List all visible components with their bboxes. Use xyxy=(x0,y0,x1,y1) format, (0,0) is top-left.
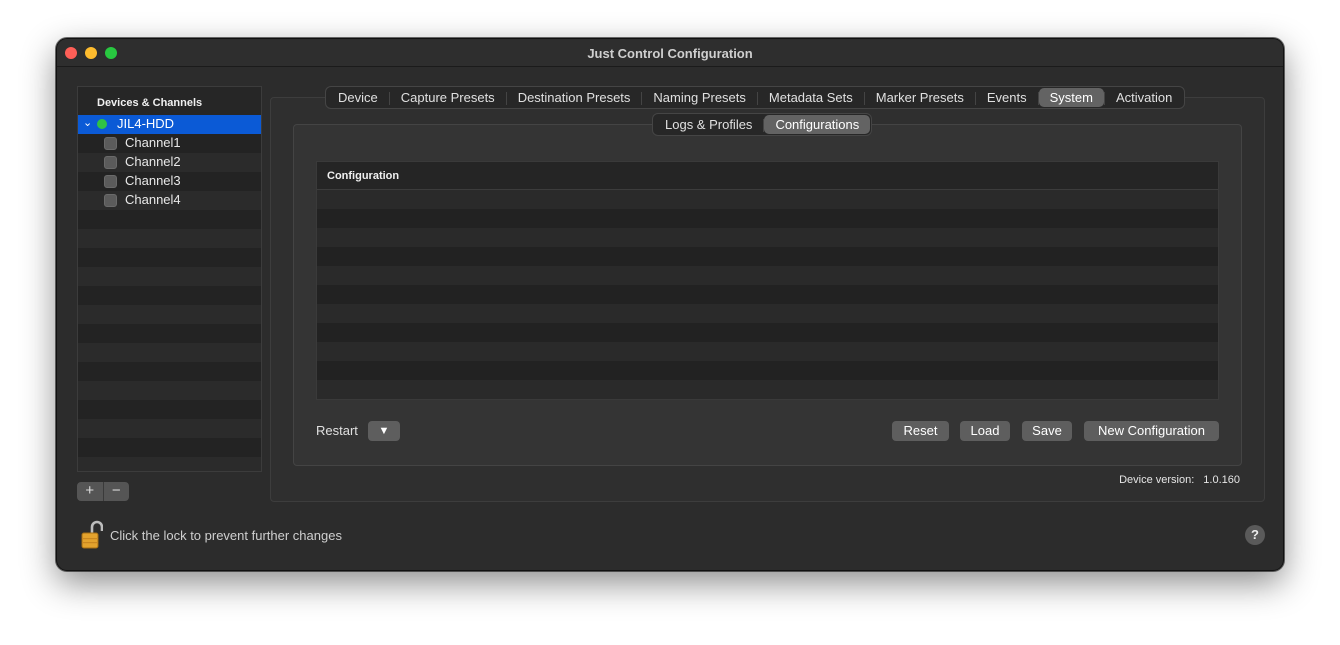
channel-label: Channel1 xyxy=(125,135,181,150)
channel-checkbox[interactable] xyxy=(104,194,117,207)
devices-channels-sidebar: Devices & Channels ⌄ JIL4-HDD Channel1 C… xyxy=(77,86,262,472)
table-row xyxy=(317,266,1218,285)
sidebar-item-device[interactable]: ⌄ JIL4-HDD xyxy=(78,115,261,134)
add-device-button[interactable]: + xyxy=(77,482,103,501)
channel-checkbox[interactable] xyxy=(104,156,117,169)
table-row xyxy=(317,380,1218,399)
table-row xyxy=(317,209,1218,228)
configurations-table: Configuration xyxy=(316,161,1219,400)
empty-list-row xyxy=(78,210,261,229)
table-row xyxy=(317,285,1218,304)
lock-status-text: Click the lock to prevent further change… xyxy=(110,528,342,543)
table-header-configuration[interactable]: Configuration xyxy=(317,162,1218,190)
device-label: JIL4-HDD xyxy=(117,116,175,131)
load-button[interactable]: Load xyxy=(960,421,1010,441)
help-button[interactable]: ? xyxy=(1245,525,1265,545)
add-remove-control: + − xyxy=(77,482,129,501)
table-row xyxy=(317,228,1218,247)
channel-label: Channel4 xyxy=(125,192,181,207)
restart-label: Restart xyxy=(316,423,358,438)
empty-list-row xyxy=(78,267,261,286)
sidebar-header: Devices & Channels xyxy=(97,97,203,109)
empty-list-row xyxy=(78,343,261,362)
restart-dropdown[interactable]: ▼ xyxy=(368,421,400,441)
subtab-logs-profiles[interactable]: Logs & Profiles xyxy=(654,115,763,134)
table-row xyxy=(317,323,1218,342)
empty-list-row xyxy=(78,457,261,471)
channel-checkbox[interactable] xyxy=(104,137,117,150)
tab-system[interactable]: System xyxy=(1038,88,1104,107)
empty-list-row xyxy=(78,286,261,305)
sidebar-item-channel2[interactable]: Channel2 xyxy=(78,153,261,172)
system-subtabs: Logs & Profiles Configurations xyxy=(652,113,873,136)
window-title: Just Control Configuration xyxy=(587,46,753,61)
empty-list-row xyxy=(78,305,261,324)
channel-label: Channel3 xyxy=(125,173,181,188)
empty-list-row xyxy=(78,324,261,343)
device-version: Device version: 1.0.160 xyxy=(1119,474,1240,486)
title-bar: Just Control Configuration xyxy=(57,39,1283,67)
empty-list-row xyxy=(78,362,261,381)
subtab-configurations[interactable]: Configurations xyxy=(764,115,871,134)
tab-destination-presets[interactable]: Destination Presets xyxy=(507,88,642,107)
empty-list-row xyxy=(78,438,261,457)
table-row xyxy=(317,304,1218,323)
tab-marker-presets[interactable]: Marker Presets xyxy=(865,88,975,107)
sidebar-item-channel3[interactable]: Channel3 xyxy=(78,172,261,191)
channel-checkbox[interactable] xyxy=(104,175,117,188)
tab-naming-presets[interactable]: Naming Presets xyxy=(642,88,756,107)
channel-label: Channel2 xyxy=(125,154,181,169)
tab-metadata-sets[interactable]: Metadata Sets xyxy=(758,88,864,107)
empty-list-row xyxy=(78,229,261,248)
tab-device[interactable]: Device xyxy=(327,88,389,107)
status-dot-icon xyxy=(97,119,107,129)
sidebar-item-channel1[interactable]: Channel1 xyxy=(78,134,261,153)
empty-list-row xyxy=(78,419,261,438)
empty-list-row xyxy=(78,400,261,419)
save-button[interactable]: Save xyxy=(1022,421,1072,441)
table-row xyxy=(317,361,1218,380)
unlocked-padlock-icon[interactable] xyxy=(81,519,103,551)
new-configuration-button[interactable]: New Configuration xyxy=(1084,421,1219,441)
remove-device-button[interactable]: − xyxy=(104,482,130,501)
empty-list-row xyxy=(78,248,261,267)
tab-capture-presets[interactable]: Capture Presets xyxy=(390,88,506,107)
main-tabs: Device Capture Presets Destination Presets… xyxy=(325,86,1186,109)
table-row xyxy=(317,190,1218,209)
empty-list-row xyxy=(78,381,261,400)
app-window: Just Control Configuration Devices & Cha… xyxy=(56,38,1284,571)
tab-events[interactable]: Events xyxy=(976,88,1038,107)
tab-activation[interactable]: Activation xyxy=(1105,88,1183,107)
device-version-value: 1.0.160 xyxy=(1203,474,1240,486)
reset-button[interactable]: Reset xyxy=(892,421,949,441)
chevron-down-icon[interactable]: ⌄ xyxy=(83,116,92,129)
table-row xyxy=(317,247,1218,266)
sidebar-item-channel4[interactable]: Channel4 xyxy=(78,191,261,210)
device-version-label: Device version: xyxy=(1119,474,1195,486)
table-row xyxy=(317,342,1218,361)
